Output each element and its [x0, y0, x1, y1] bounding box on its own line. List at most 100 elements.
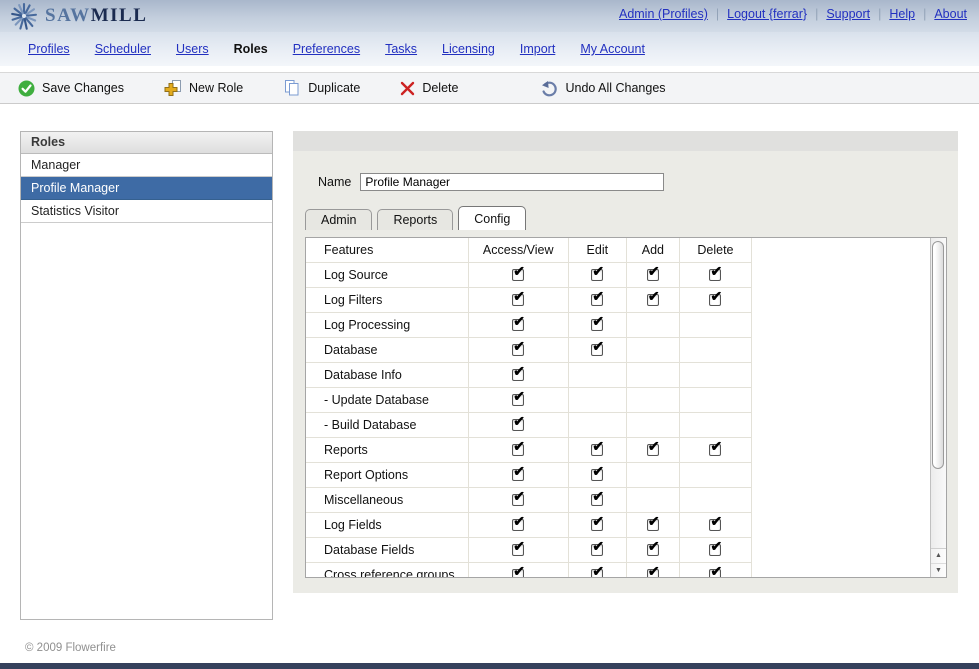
new-role-button[interactable]: New Role — [164, 79, 243, 97]
permission-checkbox[interactable] — [591, 544, 603, 556]
scrollbar-thumb[interactable] — [932, 241, 944, 469]
permission-checkbox[interactable] — [512, 294, 524, 306]
tab-admin[interactable]: Admin — [305, 209, 372, 230]
perm-cell-access-view[interactable] — [468, 512, 568, 537]
support-link[interactable]: Support — [826, 7, 870, 21]
nav-item-roles[interactable]: Roles — [234, 42, 268, 56]
perm-cell-delete[interactable] — [679, 437, 751, 462]
perm-cell-access-view[interactable] — [468, 337, 568, 362]
permission-checkbox[interactable] — [709, 519, 721, 531]
permission-checkbox[interactable] — [647, 519, 659, 531]
permission-checkbox[interactable] — [512, 344, 524, 356]
save-changes-button[interactable]: Save Changes — [18, 80, 124, 97]
permission-checkbox[interactable] — [591, 344, 603, 356]
tab-reports[interactable]: Reports — [377, 209, 453, 230]
perm-cell-edit[interactable] — [568, 462, 626, 487]
sidebar-item-statistics-visitor[interactable]: Statistics Visitor — [21, 200, 272, 223]
vertical-scrollbar[interactable]: ▲ ▼ — [930, 238, 946, 577]
permission-checkbox[interactable] — [647, 569, 659, 578]
permission-checkbox[interactable] — [709, 294, 721, 306]
perm-cell-delete[interactable] — [679, 262, 751, 287]
perm-cell-delete[interactable] — [679, 562, 751, 578]
permission-checkbox[interactable] — [512, 269, 524, 281]
perm-cell-edit[interactable] — [568, 512, 626, 537]
perm-cell-access-view[interactable] — [468, 537, 568, 562]
nav-item-licensing[interactable]: Licensing — [442, 42, 495, 56]
tab-config[interactable]: Config — [458, 206, 526, 230]
permission-checkbox[interactable] — [591, 494, 603, 506]
permission-checkbox[interactable] — [591, 319, 603, 331]
permission-checkbox[interactable] — [647, 544, 659, 556]
perm-cell-access-view[interactable] — [468, 262, 568, 287]
role-name-input[interactable] — [360, 173, 664, 191]
nav-item-users[interactable]: Users — [176, 42, 209, 56]
perm-cell-edit[interactable] — [568, 487, 626, 512]
perm-cell-edit[interactable] — [568, 312, 626, 337]
perm-cell-edit[interactable] — [568, 537, 626, 562]
scroll-down-arrow-icon[interactable]: ▼ — [931, 563, 946, 577]
nav-item-import[interactable]: Import — [520, 42, 555, 56]
perm-cell-access-view[interactable] — [468, 487, 568, 512]
perm-cell-edit[interactable] — [568, 262, 626, 287]
permission-checkbox[interactable] — [709, 269, 721, 281]
permission-checkbox[interactable] — [512, 444, 524, 456]
permission-checkbox[interactable] — [709, 544, 721, 556]
permission-checkbox[interactable] — [512, 569, 524, 578]
perm-cell-add[interactable] — [626, 537, 679, 562]
perm-cell-add[interactable] — [626, 437, 679, 462]
permission-checkbox[interactable] — [512, 369, 524, 381]
undo-all-changes-button[interactable]: Undo All Changes — [540, 80, 665, 97]
nav-item-tasks[interactable]: Tasks — [385, 42, 417, 56]
permission-checkbox[interactable] — [512, 494, 524, 506]
perm-cell-delete[interactable] — [679, 287, 751, 312]
sidebar-item-profile-manager[interactable]: Profile Manager — [21, 177, 272, 200]
permission-checkbox[interactable] — [647, 269, 659, 281]
permission-checkbox[interactable] — [709, 444, 721, 456]
perm-cell-add[interactable] — [626, 512, 679, 537]
permission-checkbox[interactable] — [512, 394, 524, 406]
perm-cell-delete[interactable] — [679, 537, 751, 562]
perm-cell-edit[interactable] — [568, 437, 626, 462]
perm-cell-edit[interactable] — [568, 287, 626, 312]
perm-cell-access-view[interactable] — [468, 412, 568, 437]
perm-cell-delete[interactable] — [679, 512, 751, 537]
permission-checkbox[interactable] — [591, 294, 603, 306]
about-link[interactable]: About — [934, 7, 967, 21]
perm-cell-edit[interactable] — [568, 562, 626, 578]
help-link[interactable]: Help — [889, 7, 915, 21]
perm-cell-edit[interactable] — [568, 337, 626, 362]
perm-cell-add[interactable] — [626, 562, 679, 578]
delete-button[interactable]: Delete — [400, 81, 458, 96]
perm-cell-add[interactable] — [626, 262, 679, 287]
sidebar-item-manager[interactable]: Manager — [21, 154, 272, 177]
perm-cell-access-view[interactable] — [468, 362, 568, 387]
permission-checkbox[interactable] — [709, 569, 721, 578]
perm-cell-access-view[interactable] — [468, 312, 568, 337]
permission-checkbox[interactable] — [512, 519, 524, 531]
permission-checkbox[interactable] — [512, 469, 524, 481]
perm-cell-add[interactable] — [626, 287, 679, 312]
duplicate-button[interactable]: Duplicate — [283, 79, 360, 97]
nav-item-my-account[interactable]: My Account — [580, 42, 645, 56]
permission-checkbox[interactable] — [591, 569, 603, 578]
permission-checkbox[interactable] — [647, 444, 659, 456]
permission-checkbox[interactable] — [591, 469, 603, 481]
admin-profiles-link[interactable]: Admin (Profiles) — [619, 7, 708, 21]
permission-checkbox[interactable] — [512, 544, 524, 556]
nav-item-preferences[interactable]: Preferences — [293, 42, 360, 56]
permission-checkbox[interactable] — [647, 294, 659, 306]
permission-checkbox[interactable] — [591, 269, 603, 281]
nav-item-profiles[interactable]: Profiles — [28, 42, 70, 56]
permission-checkbox[interactable] — [512, 319, 524, 331]
permission-checkbox[interactable] — [512, 419, 524, 431]
perm-cell-access-view[interactable] — [468, 562, 568, 578]
scroll-up-arrow-icon[interactable]: ▲ — [931, 549, 946, 563]
perm-cell-access-view[interactable] — [468, 462, 568, 487]
logout-link[interactable]: Logout {ferrar} — [727, 7, 807, 21]
permission-checkbox[interactable] — [591, 444, 603, 456]
nav-item-scheduler[interactable]: Scheduler — [95, 42, 151, 56]
perm-cell-access-view[interactable] — [468, 437, 568, 462]
perm-cell-access-view[interactable] — [468, 287, 568, 312]
perm-cell-access-view[interactable] — [468, 387, 568, 412]
permission-checkbox[interactable] — [591, 519, 603, 531]
